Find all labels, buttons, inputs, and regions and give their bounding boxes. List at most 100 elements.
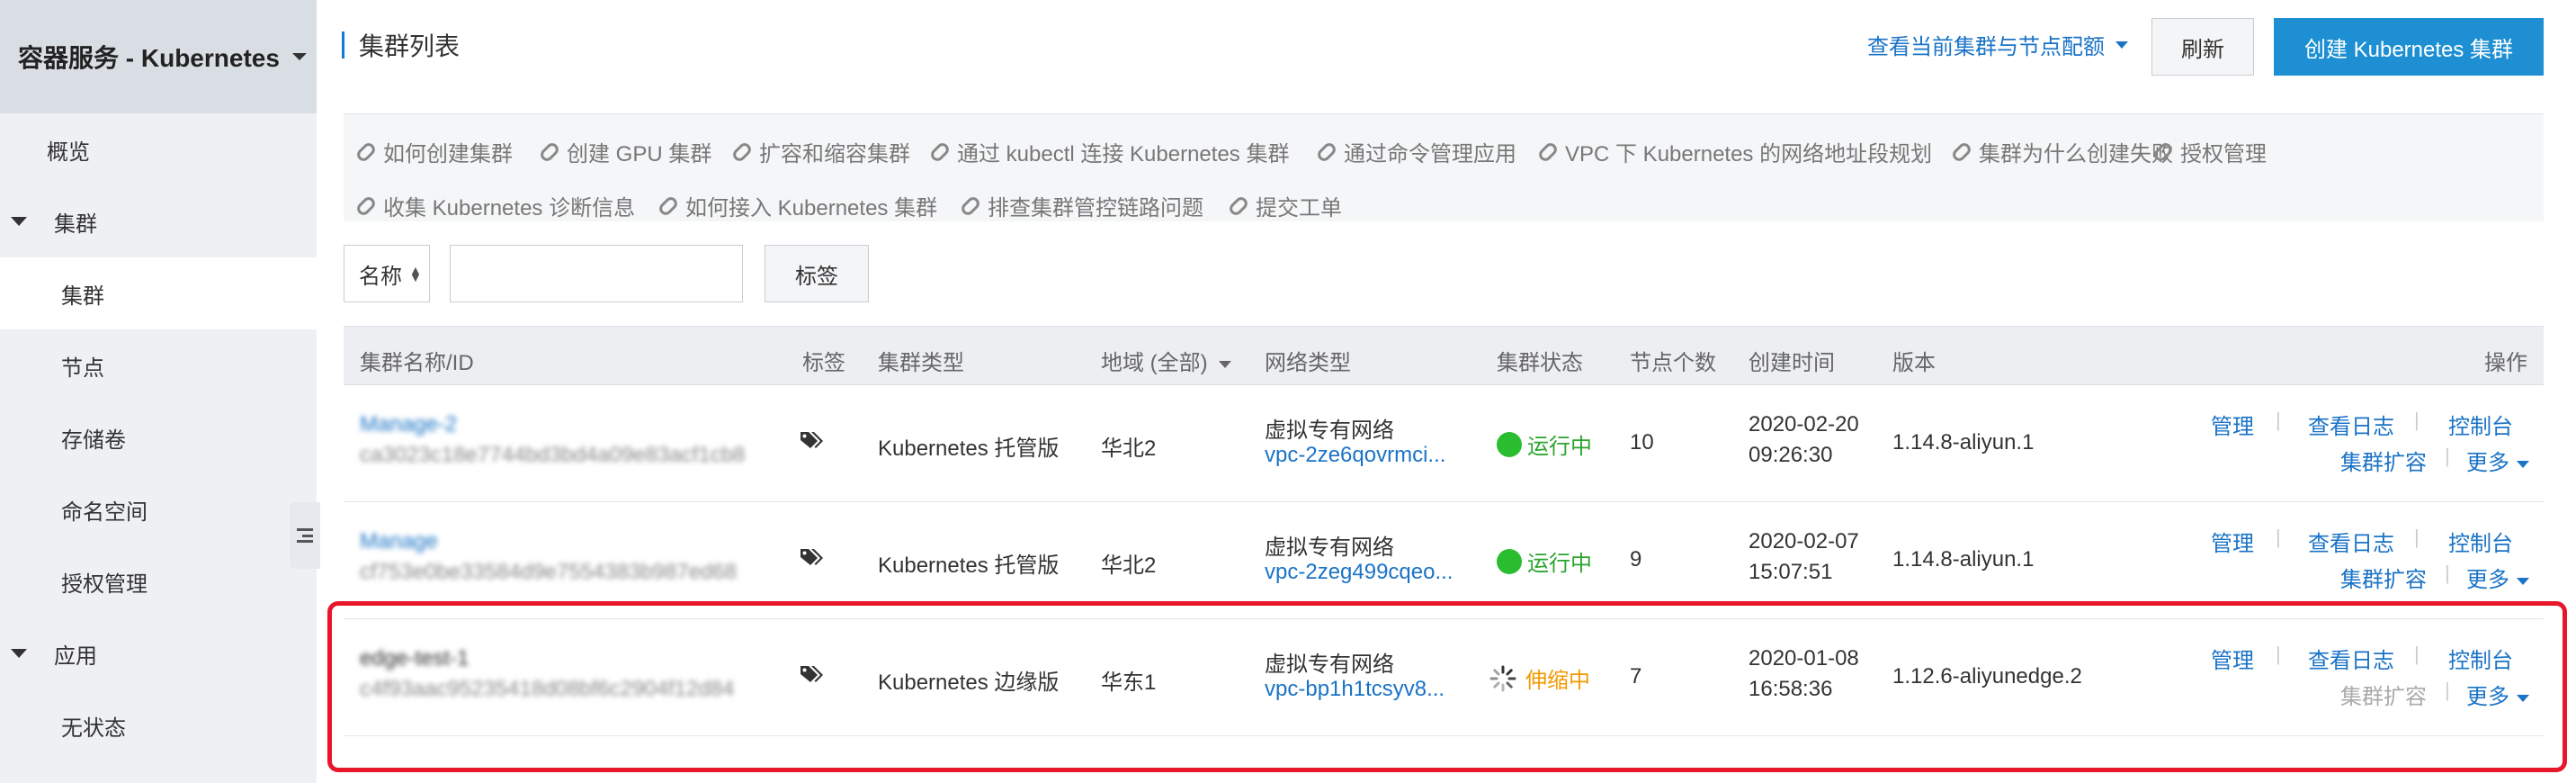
page-header: 集群列表 [342, 27, 460, 63]
tags-icon[interactable] [799, 430, 824, 452]
sidebar-item-namespaces[interactable]: 命名空间 [0, 473, 317, 545]
help-link[interactable]: 提交工单 [1227, 190, 1342, 221]
scale-cluster-link[interactable]: 集群扩容 [2340, 562, 2427, 593]
help-link-label: 授权管理 [2180, 142, 2267, 166]
sidebar-collapse-toggle[interactable] [290, 502, 320, 569]
filter-field-select[interactable]: 名称 ▲ ▼ [344, 245, 430, 302]
sidebar-item-nodes[interactable]: 节点 [0, 329, 317, 401]
help-link[interactable]: 如何接入 Kubernetes 集群 [657, 190, 937, 221]
help-link[interactable]: 创建 GPU 集群 [538, 136, 711, 167]
sort-arrows-icon: ▲ ▼ [409, 263, 422, 284]
link-icon [1950, 140, 1973, 164]
created-time: 15:07:51 [1749, 560, 1833, 584]
create-cluster-button[interactable]: 创建 Kubernetes 集群 [2274, 18, 2544, 76]
view-logs-link[interactable]: 查看日志 [2308, 526, 2394, 557]
link-icon [354, 194, 378, 218]
network-type: 虚拟专有网络 [1265, 536, 1394, 560]
loading-spinner-icon [1489, 665, 1516, 691]
column-header: 网络类型 [1265, 351, 1351, 375]
vpc-link[interactable]: vpc-2ze6qovrmci... [1265, 443, 1445, 468]
chevron-down-icon [2517, 694, 2529, 702]
more-label: 更多 [2466, 568, 2509, 592]
separator: | [2445, 562, 2450, 584]
cluster-name-link[interactable]: Manage-2 [360, 412, 457, 437]
created-date: 2020-01-08 [1749, 646, 1859, 670]
sidebar-group-cluster[interactable]: 集群 [0, 185, 317, 257]
cluster-name: edge-test-1 [360, 646, 470, 670]
console-link[interactable]: 控制台 [2448, 526, 2513, 557]
help-link[interactable]: 通过 kubectl 连接 Kubernetes 集群 [928, 136, 1289, 167]
link-icon [1315, 140, 1338, 164]
link-icon [959, 194, 982, 218]
help-link[interactable]: 集群为什么创建失败 [1950, 136, 2173, 167]
tag-filter-button[interactable]: 标签 [765, 245, 869, 302]
network-type: 虚拟专有网络 [1265, 652, 1394, 677]
column-header: 版本 [1892, 351, 1936, 375]
help-link-label: 通过命令管理应用 [1344, 142, 1516, 166]
link-icon [928, 140, 952, 164]
help-link-label: VPC 下 Kubernetes 的网络地址段规划 [1565, 142, 1933, 166]
running-status-icon [1497, 548, 1522, 574]
column-header: 操作 [2484, 351, 2527, 375]
separator: | [2445, 679, 2450, 701]
quota-link-label: 查看当前集群与节点配额 [1867, 35, 2105, 59]
link-icon [354, 140, 378, 164]
help-link[interactable]: 如何创建集群 [354, 136, 513, 167]
manage-link[interactable]: 管理 [2211, 643, 2254, 674]
manage-link[interactable]: 管理 [2211, 409, 2254, 440]
console-link[interactable]: 控制台 [2448, 409, 2513, 440]
view-logs-link[interactable]: 查看日志 [2308, 409, 2394, 440]
sidebar-item-label: 概览 [47, 140, 90, 165]
created-time: 16:58:36 [1749, 677, 1833, 701]
sidebar-item-overview[interactable]: 概览 [0, 113, 317, 185]
more-dropdown[interactable]: 更多 [2466, 562, 2529, 593]
separator: | [2414, 409, 2419, 431]
chevron-down-icon [2115, 40, 2128, 49]
product-switcher[interactable]: 容器服务 - Kubernetes [0, 0, 317, 113]
cluster-id: c4f93aac95235418d08bf6c2904f12d84 [360, 677, 735, 701]
sidebar-item-authorization[interactable]: 授权管理 [0, 545, 317, 617]
console-link[interactable]: 控制台 [2448, 643, 2513, 674]
link-icon [1536, 140, 1560, 164]
tags-icon[interactable] [799, 547, 824, 569]
node-count: 10 [1630, 430, 1654, 454]
search-input[interactable] [450, 245, 743, 302]
filter-field-value: 名称 [359, 264, 402, 289]
more-dropdown[interactable]: 更多 [2466, 445, 2529, 476]
cluster-type: Kubernetes 托管版 [878, 554, 1060, 578]
scale-cluster-link[interactable]: 集群扩容 [2340, 445, 2427, 476]
quota-dropdown[interactable]: 查看当前集群与节点配额 [1867, 29, 2128, 60]
manage-link[interactable]: 管理 [2211, 526, 2254, 557]
column-header: 创建时间 [1749, 351, 1835, 375]
help-link[interactable]: 通过命令管理应用 [1315, 136, 1516, 167]
help-link[interactable]: 扩容和缩容集群 [730, 136, 910, 167]
help-link[interactable]: 排查集群管控链路问题 [959, 190, 1203, 221]
scale-cluster-link-disabled: 集群扩容 [2340, 685, 2427, 709]
cluster-name-link[interactable]: Manage [360, 529, 438, 554]
region-filter[interactable]: 地域 (全部) [1101, 345, 1231, 376]
caret-down-icon [11, 217, 27, 226]
separator: | [2276, 409, 2281, 431]
more-dropdown[interactable]: 更多 [2466, 679, 2529, 710]
refresh-button[interactable]: 刷新 [2151, 18, 2254, 76]
column-header: 集群名称/ID [360, 351, 474, 375]
sidebar-item-clusters[interactable]: 集群 [0, 257, 317, 329]
caret-down-icon [11, 649, 27, 658]
sidebar-item-deployments[interactable]: 无状态 [0, 689, 317, 761]
created-date: 2020-02-20 [1749, 412, 1859, 436]
sidebar: 容器服务 - Kubernetes 概览 集群 集群 节点 存储卷 命名空间 授… [0, 0, 317, 783]
status-text: 伸缩中 [1525, 669, 1590, 693]
sidebar-item-volumes[interactable]: 存储卷 [0, 401, 317, 473]
sidebar-group-apps[interactable]: 应用 [0, 617, 317, 689]
link-icon [538, 140, 561, 164]
tags-icon[interactable] [799, 664, 824, 686]
product-title: 容器服务 - Kubernetes [18, 44, 280, 72]
sidebar-item-label: 无状态 [61, 716, 126, 741]
help-link[interactable]: VPC 下 Kubernetes 的网络地址段规划 [1536, 136, 1933, 167]
vpc-link[interactable]: vpc-2zeg499cqeo... [1265, 560, 1453, 585]
help-link[interactable]: 授权管理 [2151, 136, 2267, 167]
vpc-link[interactable]: vpc-bp1h1tcsyv8... [1265, 677, 1445, 702]
help-link[interactable]: 收集 Kubernetes 诊断信息 [354, 190, 635, 221]
view-logs-link[interactable]: 查看日志 [2308, 643, 2394, 674]
status-text: 运行中 [1527, 552, 1592, 576]
